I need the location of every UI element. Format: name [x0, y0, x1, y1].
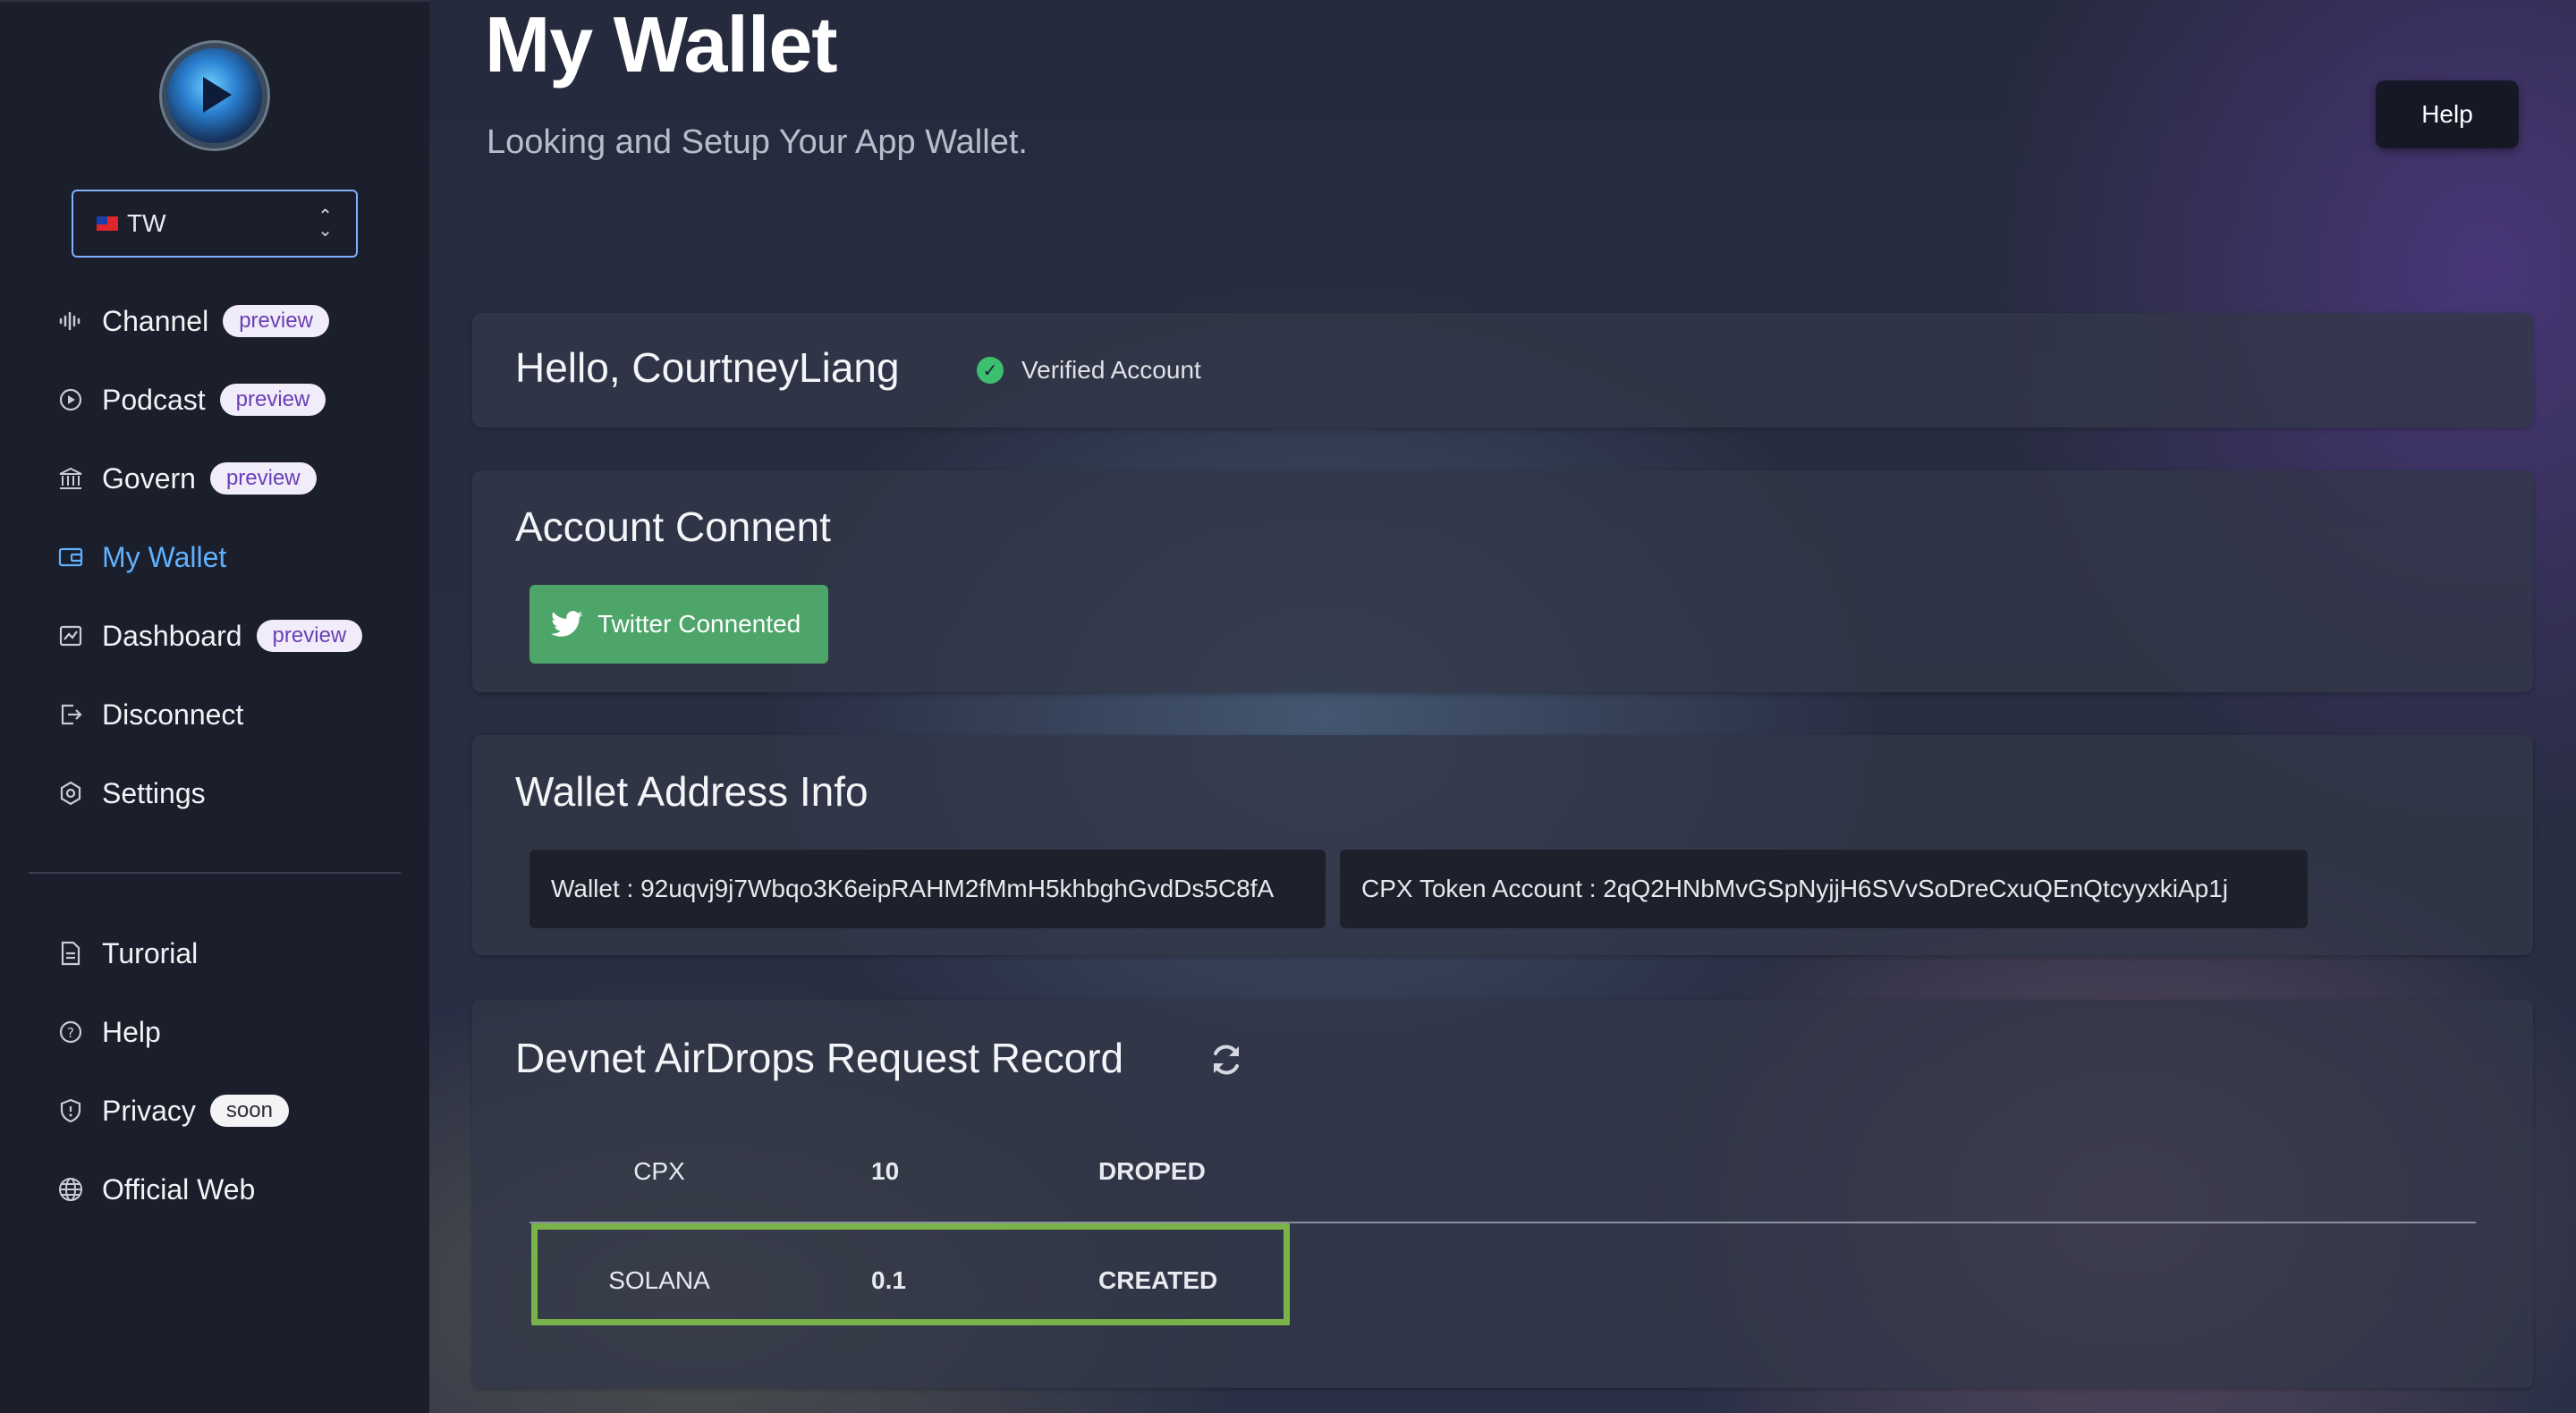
- greeting-card: Hello, CourtneyLiang ✓ Verified Account: [472, 313, 2533, 427]
- nav-item-podcast[interactable]: Podcast preview: [57, 377, 326, 422]
- help-button[interactable]: Help: [2376, 80, 2519, 148]
- globe-icon: [57, 1176, 84, 1203]
- preview-badge: preview: [219, 384, 326, 416]
- page-subtitle: Looking and Setup Your App Wallet.: [487, 123, 1028, 161]
- nav-item-official-web[interactable]: Official Web: [57, 1167, 255, 1212]
- nav-item-disconnect[interactable]: Disconnect: [57, 692, 243, 737]
- taiwan-flag-icon: [97, 216, 118, 231]
- highlight-annotation: [531, 1223, 1290, 1325]
- nav-label: Channel: [102, 304, 209, 337]
- nav-label: Podcast: [102, 383, 206, 416]
- nav-item-help[interactable]: ? Help: [57, 1010, 161, 1054]
- logout-icon: [57, 701, 84, 728]
- account-connect-card: Account Connent Twitter Connented: [472, 470, 2533, 692]
- gear-icon: [57, 780, 84, 807]
- wallet-address-title: Wallet Address Info: [515, 768, 869, 815]
- nav-item-tutorial[interactable]: Turorial: [57, 931, 198, 976]
- wallet-address-chip[interactable]: Wallet : 92uqvj9j7Wbqo3K6eipRAHM2fMmH5kh…: [530, 850, 1326, 928]
- verified-badge: ✓ Verified Account: [977, 356, 1201, 385]
- app-logo[interactable]: [167, 48, 262, 143]
- audio-wave-icon: [57, 308, 84, 334]
- amount-cell: 10: [871, 1157, 900, 1185]
- document-icon: [57, 940, 84, 967]
- svg-text:?: ?: [67, 1025, 74, 1041]
- select-chevron-icon: ⌃ ⌄: [318, 207, 333, 241]
- token-cell: CPX: [633, 1157, 685, 1185]
- refresh-icon[interactable]: [1208, 1041, 1245, 1079]
- preview-badge: preview: [256, 620, 363, 652]
- preview-badge: preview: [223, 305, 329, 337]
- nav-item-my-wallet[interactable]: My Wallet: [57, 535, 226, 580]
- wallet-icon: [57, 544, 84, 571]
- main-content: My Wallet Looking and Setup Your App Wal…: [429, 0, 2576, 1413]
- nav-item-dashboard[interactable]: Dashboard preview: [57, 613, 363, 658]
- nav-label: Disconnect: [102, 698, 244, 731]
- nav-label: Dashboard: [102, 619, 242, 652]
- twitter-connect-label: Twitter Connented: [597, 610, 801, 638]
- check-circle-icon: ✓: [977, 357, 1004, 384]
- twitter-connect-button[interactable]: Twitter Connented: [530, 585, 828, 664]
- language-code: TW: [127, 209, 166, 237]
- nav-item-channel[interactable]: Channel preview: [57, 299, 329, 343]
- nav-item-privacy[interactable]: Privacy soon: [57, 1088, 289, 1133]
- page-title: My Wallet: [485, 0, 838, 89]
- line-chart-icon: [57, 622, 84, 649]
- nav-label: Settings: [102, 776, 206, 809]
- token-account-chip[interactable]: CPX Token Account : 2qQ2HNbMvGSpNyjjH6SV…: [1340, 850, 2308, 928]
- sidebar-divider: [29, 872, 401, 874]
- table-row: CPX 10 DROPED: [530, 1123, 2476, 1222]
- wallet-address-card: Wallet Address Info Wallet : 92uqvj9j7Wb…: [472, 735, 2533, 955]
- soon-badge: soon: [209, 1095, 289, 1127]
- nav-label: Govern: [102, 461, 196, 495]
- language-select[interactable]: TW ⌃ ⌄: [72, 190, 358, 258]
- nav-label: My Wallet: [102, 540, 227, 573]
- nav-label: Privacy: [102, 1094, 196, 1127]
- greeting-text: Hello, CourtneyLiang: [515, 344, 900, 391]
- sidebar: TW ⌃ ⌄ Channel preview Podcast preview Go…: [0, 0, 429, 1413]
- nav-label: Turorial: [102, 936, 199, 969]
- nav-label: Help: [102, 1015, 161, 1048]
- play-logo-icon: [203, 77, 232, 113]
- twitter-icon: [551, 611, 583, 637]
- bank-icon: [57, 465, 84, 492]
- nav-item-govern[interactable]: Govern preview: [57, 456, 317, 501]
- question-circle-icon: ?: [57, 1019, 84, 1045]
- nav-item-settings[interactable]: Settings: [57, 771, 206, 816]
- airdrops-title: Devnet AirDrops Request Record: [515, 1035, 1124, 1081]
- play-circle-icon: [57, 386, 84, 413]
- shield-icon: [57, 1097, 84, 1124]
- verified-label: Verified Account: [1021, 356, 1201, 384]
- status-cell: DROPED: [1098, 1157, 1206, 1185]
- airdrops-card: Devnet AirDrops Request Record CPX 10 DR…: [472, 1000, 2533, 1388]
- preview-badge: preview: [209, 462, 317, 495]
- account-connect-title: Account Connent: [515, 503, 831, 550]
- nav-label: Official Web: [102, 1172, 256, 1206]
